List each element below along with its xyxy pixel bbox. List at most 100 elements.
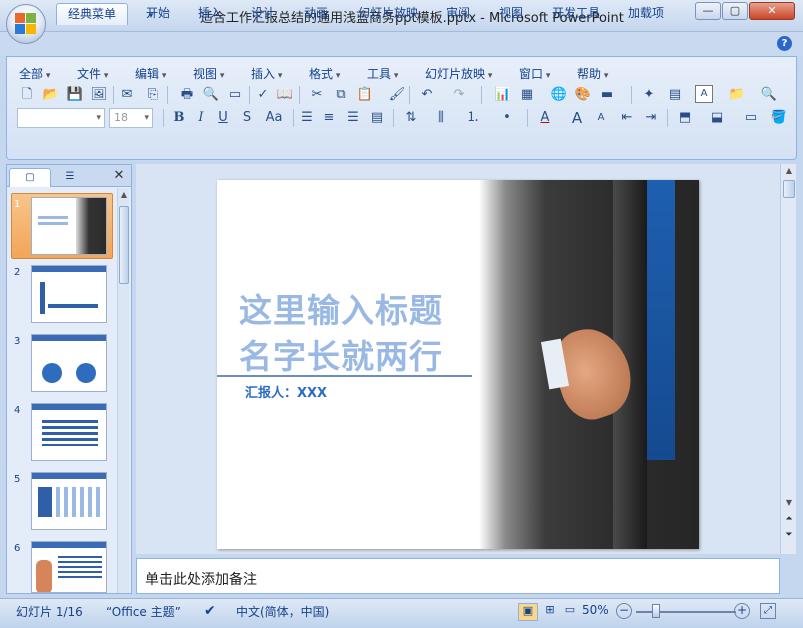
normal-view-icon[interactable]: ▣ [518, 603, 538, 621]
zoom-level[interactable]: 50% [582, 603, 609, 617]
tab-view[interactable]: 视图 [491, 3, 531, 25]
language[interactable]: 中文(简体，中国) [236, 603, 329, 620]
arrange-icon[interactable]: ⬓ [707, 108, 727, 128]
menu-insert[interactable]: 插入 [251, 65, 282, 82]
text-direction-icon[interactable]: ⇅ [401, 108, 421, 128]
slide-thumb-5[interactable] [31, 472, 107, 530]
font-size-combo[interactable]: 18 [109, 108, 153, 128]
slide-scrollbar[interactable]: ▲ ▼ ⏶ ⏷ [780, 164, 796, 554]
tab-design[interactable]: 设计 [243, 3, 283, 25]
tab-review[interactable]: 审阅 [438, 3, 478, 25]
align-right-icon[interactable]: ☰ [343, 108, 363, 128]
scroll-thumb[interactable] [783, 180, 795, 198]
menu-file[interactable]: 文件 [77, 65, 108, 82]
email-icon[interactable]: ✉ [117, 85, 137, 105]
office-button[interactable] [6, 4, 46, 44]
tab-outline[interactable]: ☰ [53, 168, 87, 187]
menu-all[interactable]: 全部 [19, 65, 50, 82]
slides-pane-scrollbar[interactable]: ▲ [117, 188, 129, 593]
font-name-combo[interactable] [17, 108, 105, 128]
tab-insert[interactable]: 插入 [190, 3, 230, 25]
tab-classic-menu[interactable]: 经典菜单 [56, 3, 128, 25]
hyperlink-icon[interactable]: 🌐 [549, 85, 569, 105]
research-icon[interactable]: 📖 [275, 85, 295, 105]
table-icon[interactable]: ▦ [517, 85, 537, 105]
increase-indent-icon[interactable]: ⇥ [641, 108, 661, 128]
italic-button[interactable]: I [191, 108, 211, 128]
paste-icon[interactable]: 📋 [355, 85, 375, 105]
menu-view[interactable]: 视图 [193, 65, 224, 82]
font-color-icon[interactable]: A [535, 108, 555, 128]
quick-styles-icon[interactable]: ▭ [741, 108, 761, 128]
align-center-icon[interactable]: ≡ [319, 108, 339, 128]
permission-icon[interactable]: 🖼 [89, 85, 109, 105]
zoom-out-icon[interactable]: − [616, 603, 632, 619]
slide-layout-icon[interactable]: ▭ [225, 85, 245, 105]
chart-icon[interactable]: 📊 [493, 85, 513, 105]
shrink-font-icon[interactable]: A [591, 108, 611, 128]
spelling-icon[interactable]: ✓ [253, 85, 273, 105]
scroll-up-icon[interactable]: ▲ [119, 190, 129, 202]
scroll-thumb[interactable] [119, 206, 129, 284]
numbering-icon[interactable]: ⒈ [463, 108, 483, 128]
decrease-indent-icon[interactable]: ⇤ [617, 108, 637, 128]
slide-thumb-1[interactable] [31, 197, 107, 255]
text-box-icon[interactable]: A [695, 85, 713, 103]
print-preview-icon[interactable]: 🔍 [201, 85, 221, 105]
slide-thumb-6[interactable] [31, 541, 107, 593]
bullets-icon[interactable]: • [497, 108, 517, 128]
copy-icon[interactable]: ⧉ [331, 85, 351, 105]
folder-icon[interactable]: 📁 [727, 85, 747, 105]
redo-icon[interactable]: ↷ [449, 85, 469, 105]
help-icon[interactable]: ? [777, 36, 792, 51]
menu-window[interactable]: 窗口 [519, 65, 550, 82]
close-button[interactable]: ✕ [749, 2, 795, 20]
columns-icon[interactable]: ⫼ [431, 108, 451, 128]
next-slide-icon[interactable]: ⏷ [783, 530, 795, 544]
notes-pane[interactable]: 单击此处添加备注 [136, 558, 780, 594]
color-grayscale-icon[interactable]: 🎨 [573, 85, 593, 105]
grow-font-icon[interactable]: A [567, 108, 587, 128]
tab-addins[interactable]: 加载项 [620, 3, 672, 25]
menu-help[interactable]: 帮助 [577, 65, 608, 82]
slide-canvas[interactable]: 这里输入标题 名字长就两行 汇报人：XXX [217, 180, 699, 549]
new-slide-icon[interactable]: ✦ [639, 85, 659, 105]
new-icon[interactable]: 🗋 [17, 85, 37, 105]
layout-icon[interactable]: ▤ [665, 85, 685, 105]
publish-icon[interactable]: ⎘ [143, 85, 163, 105]
fit-to-window-icon[interactable]: ⤢ [760, 603, 776, 619]
underline-button[interactable]: U [213, 108, 233, 128]
shapes-icon[interactable]: ⬒ [675, 108, 695, 128]
fill-icon[interactable]: 🪣 [769, 108, 789, 128]
menu-format[interactable]: 格式 [309, 65, 340, 82]
tab-animation[interactable]: 动画 [296, 3, 336, 25]
change-case-button[interactable]: Aa [261, 108, 287, 128]
align-left-icon[interactable]: ☰ [297, 108, 317, 128]
zoom-slider-track[interactable] [636, 611, 736, 613]
zoom-in-icon[interactable]: + [734, 603, 750, 619]
restore-button[interactable]: ▢ [722, 2, 748, 20]
close-pane-icon[interactable]: ✕ [111, 168, 127, 184]
minimize-button[interactable]: — [695, 2, 721, 20]
tab-slideshow[interactable]: 幻灯片放映 [350, 3, 426, 25]
scroll-up-icon[interactable]: ▲ [783, 166, 795, 178]
slideshow-view-icon[interactable]: ▭ [560, 603, 580, 616]
zoom-slider-thumb[interactable] [652, 604, 660, 618]
open-icon[interactable]: 📂 [41, 85, 61, 105]
save-icon[interactable]: 💾 [65, 85, 85, 105]
bold-button[interactable]: B [169, 108, 189, 128]
slide-thumb-4[interactable] [31, 403, 107, 461]
menu-slideshow[interactable]: 幻灯片放映 [425, 65, 492, 82]
color-bar-icon[interactable]: ▬ [597, 85, 617, 105]
spell-check-icon[interactable]: ✔ [204, 603, 216, 619]
scroll-down-icon[interactable]: ▼ [783, 498, 795, 510]
print-icon[interactable]: 🖶 [177, 85, 197, 105]
tab-home[interactable]: 开始 [138, 3, 178, 25]
find-icon[interactable]: 🔍 [759, 85, 779, 105]
slide-thumb-2[interactable] [31, 265, 107, 323]
slide-thumb-3[interactable] [31, 334, 107, 392]
tab-slides[interactable]: ▢ [9, 168, 51, 187]
cut-icon[interactable]: ✂ [307, 85, 327, 105]
format-painter-icon[interactable]: 🖌 [387, 85, 407, 105]
justify-icon[interactable]: ▤ [367, 108, 387, 128]
